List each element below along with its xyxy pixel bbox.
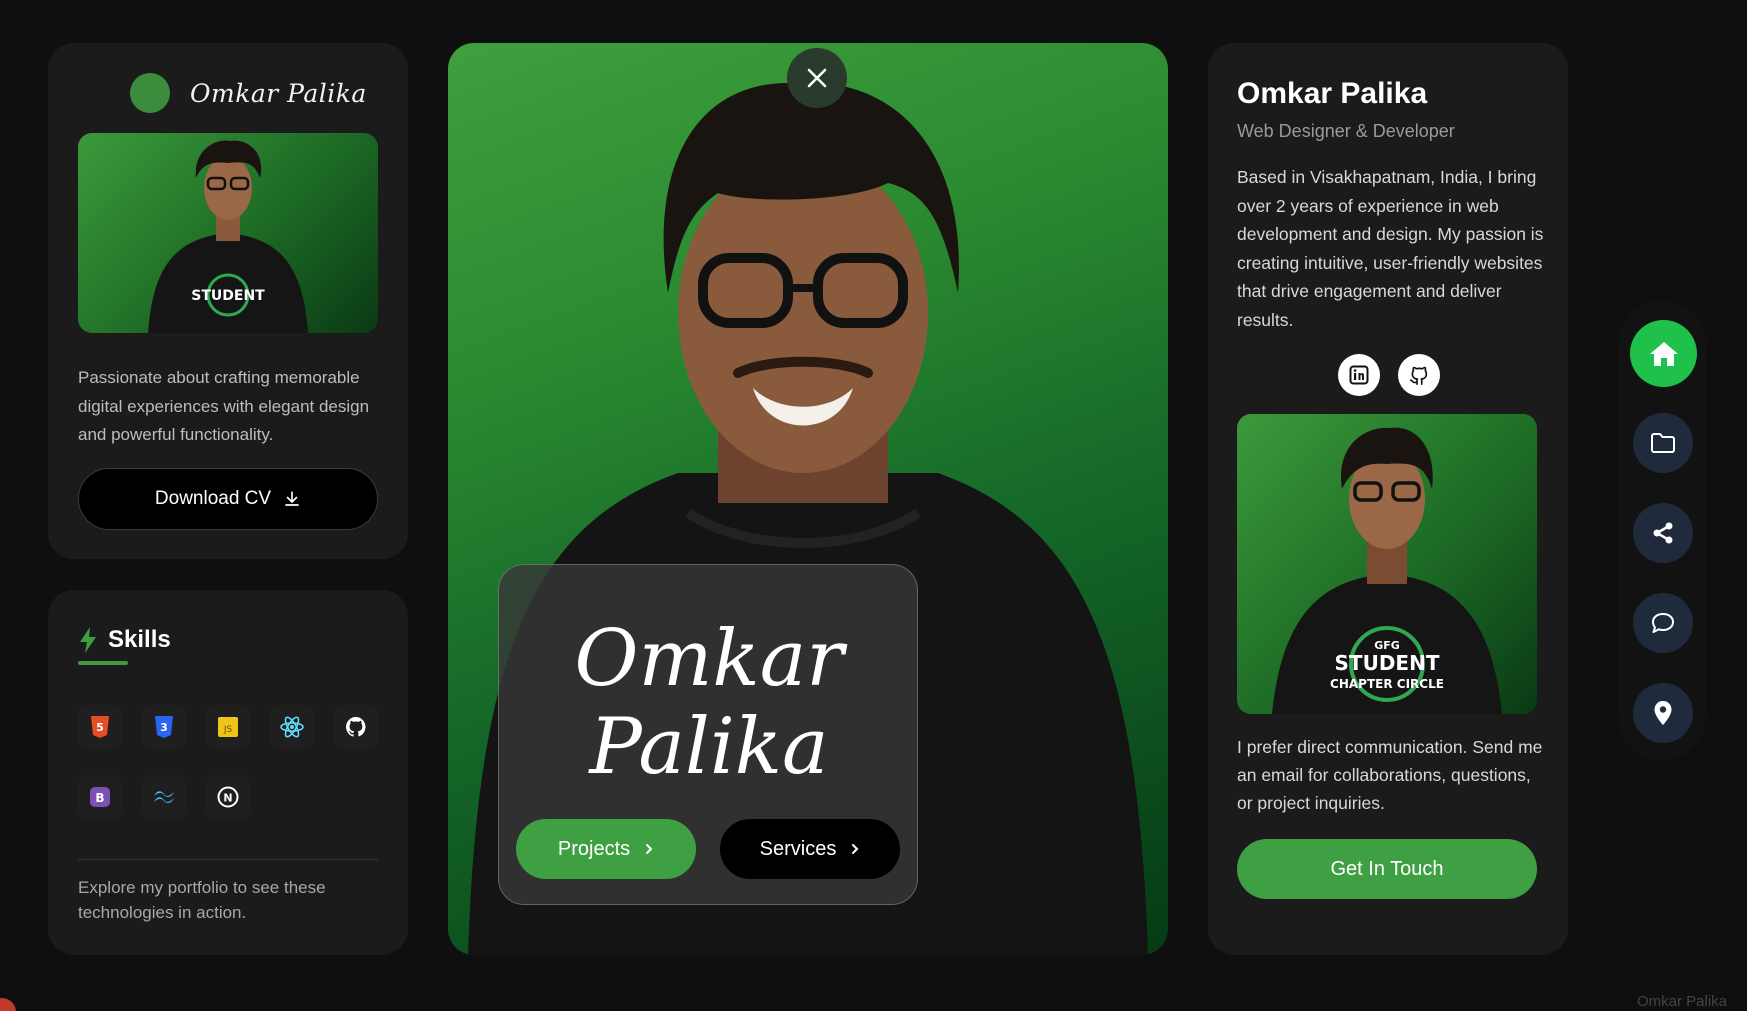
linkedin-icon xyxy=(1349,365,1369,385)
css3-icon[interactable]: 3 xyxy=(142,705,186,749)
skills-title: Skills xyxy=(108,626,171,653)
bio-text: Based in Visakhapatnam, India, I bring o… xyxy=(1237,167,1544,330)
hero-name: Omkar Palika xyxy=(499,615,919,791)
brand-name: Omkar Palika xyxy=(190,78,367,108)
close-icon xyxy=(806,67,828,89)
skills-heading: Skills xyxy=(78,626,171,654)
skills-divider xyxy=(78,859,378,860)
chevron-right-icon xyxy=(644,842,654,856)
brand-logo xyxy=(130,73,170,113)
nextjs-icon[interactable]: N xyxy=(206,775,250,819)
nav-projects-button[interactable] xyxy=(1633,413,1693,473)
svg-text:STUDENT: STUDENT xyxy=(191,288,265,304)
corner-badge[interactable] xyxy=(0,998,16,1011)
bio-photo: GFG STUDENT CHAPTER CIRCLE xyxy=(1237,414,1537,714)
skills-grid: 5 3 JS B N xyxy=(78,705,398,819)
bootstrap-icon[interactable]: B xyxy=(78,775,122,819)
hero-name-line2: Palika xyxy=(589,702,829,792)
share-icon xyxy=(1651,521,1675,545)
nav-share-button[interactable] xyxy=(1633,503,1693,563)
bio-role: Web Designer & Developer xyxy=(1237,121,1455,141)
download-icon xyxy=(283,490,301,508)
html5-icon[interactable]: 5 xyxy=(78,705,122,749)
bio-name: Omkar Palika xyxy=(1237,77,1428,110)
folder-icon xyxy=(1650,432,1676,454)
close-button[interactable] xyxy=(787,48,847,108)
skills-note: Explore my portfolio to see these techno… xyxy=(78,878,326,922)
download-cv-label: Download CV xyxy=(154,488,272,509)
get-in-touch-button[interactable]: Get In Touch xyxy=(1237,839,1537,899)
svg-text:STUDENT: STUDENT xyxy=(1335,651,1440,675)
home-icon xyxy=(1649,340,1679,368)
projects-button[interactable]: Projects xyxy=(516,819,696,879)
footer-name: Omkar Palika xyxy=(1636,993,1727,1010)
services-label: Services xyxy=(759,837,837,860)
side-nav xyxy=(1618,300,1706,760)
profile-photo: STUDENT xyxy=(78,133,378,333)
hero-name-line1: Omkar xyxy=(574,614,844,704)
hero-section: Omkar Palika Projects Services xyxy=(448,43,1168,955)
nav-home-button[interactable] xyxy=(1630,320,1697,387)
svg-text:5: 5 xyxy=(96,721,104,734)
brand: Omkar Palika xyxy=(130,73,367,113)
location-icon xyxy=(1653,700,1673,726)
svg-text:JS: JS xyxy=(223,725,233,735)
github-icon[interactable] xyxy=(334,705,378,749)
javascript-icon[interactable]: JS xyxy=(206,705,250,749)
projects-label: Projects xyxy=(557,837,631,860)
services-button[interactable]: Services xyxy=(720,819,900,879)
skills-underline xyxy=(78,661,128,665)
contact-text: I prefer direct communication. Send me a… xyxy=(1237,737,1543,813)
nav-chat-button[interactable] xyxy=(1633,593,1693,653)
download-cv-button[interactable]: Download CV xyxy=(78,468,378,530)
hero-name-card: Omkar Palika Projects Services xyxy=(498,564,918,905)
bio-card: Omkar Palika Web Designer & Developer Ba… xyxy=(1208,43,1568,955)
linkedin-button[interactable] xyxy=(1338,354,1380,396)
profile-description: Passionate about crafting memorable digi… xyxy=(78,368,370,444)
profile-card: Omkar Palika STUDENT Passionate about cr… xyxy=(48,43,408,559)
github-button[interactable] xyxy=(1398,354,1440,396)
react-icon[interactable] xyxy=(270,705,314,749)
svg-text:N: N xyxy=(223,792,232,805)
svg-text:3: 3 xyxy=(160,721,168,734)
github-icon xyxy=(1408,364,1430,386)
skills-card: Skills 5 3 JS B N Explore my portfolio t… xyxy=(48,590,408,955)
svg-text:CHAPTER CIRCLE: CHAPTER CIRCLE xyxy=(1330,677,1444,691)
svg-text:B: B xyxy=(95,791,104,805)
chevron-right-icon xyxy=(850,842,860,856)
bolt-icon xyxy=(78,627,98,653)
nav-location-button[interactable] xyxy=(1633,683,1693,743)
tailwind-icon[interactable] xyxy=(142,775,186,819)
chat-icon xyxy=(1650,611,1676,635)
